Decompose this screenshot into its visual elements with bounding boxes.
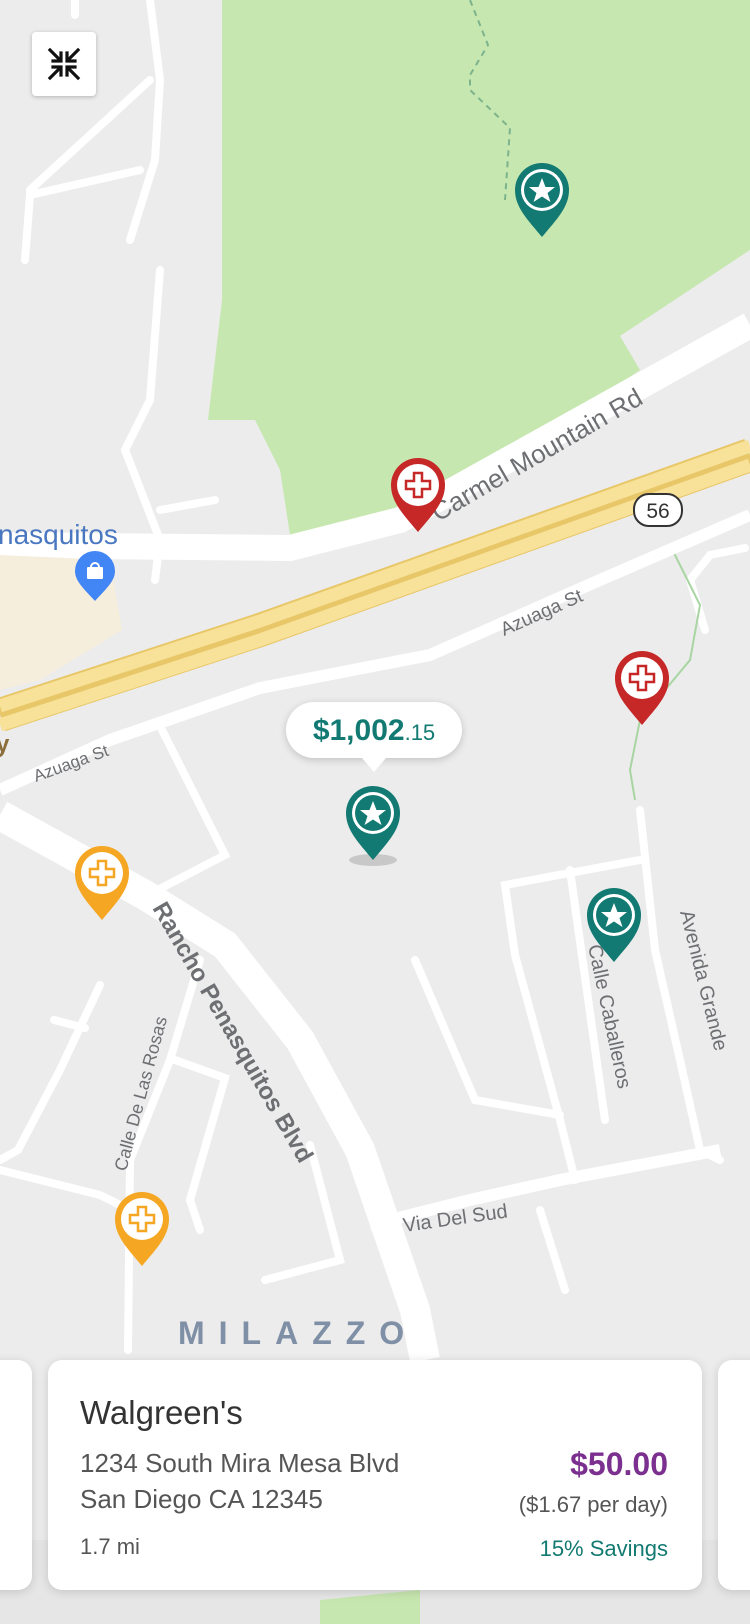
collapse-arrows-icon [47, 47, 81, 81]
poi-label: nasquitos [0, 519, 118, 550]
app-root: Carmel Mountain Rd Azuaga St Azuaga St R… [0, 0, 750, 1624]
address-line-2: San Diego CA 12345 [80, 1484, 323, 1514]
address-line-1: 1234 South Mira Mesa Blvd [80, 1448, 400, 1478]
district-label: MILAZZO [178, 1315, 418, 1351]
store-name: Walgreen's [80, 1394, 243, 1431]
distance: 1.7 mi [80, 1534, 140, 1559]
highway-shield-icon: 56 [633, 493, 683, 527]
price-bubble[interactable]: $1,002 .15 [286, 702, 462, 772]
left-edge-label: y [0, 731, 10, 758]
pharmacy-card[interactable]: Walgreen's 1234 South Mira Mesa Blvd San… [48, 1360, 702, 1590]
pharmacy-card-next[interactable] [718, 1360, 750, 1590]
savings: 15% Savings [539, 1536, 668, 1561]
pharmacy-card-previous[interactable] [0, 1360, 32, 1590]
price: $50.00 [570, 1446, 668, 1482]
price-per-day: ($1.67 per day) [518, 1492, 668, 1517]
price-bubble-cents: .15 [404, 720, 436, 745]
collapse-map-button[interactable] [32, 32, 96, 96]
highway-shield-number: 56 [646, 500, 669, 523]
price-bubble-amount: $1,002 [312, 714, 405, 747]
